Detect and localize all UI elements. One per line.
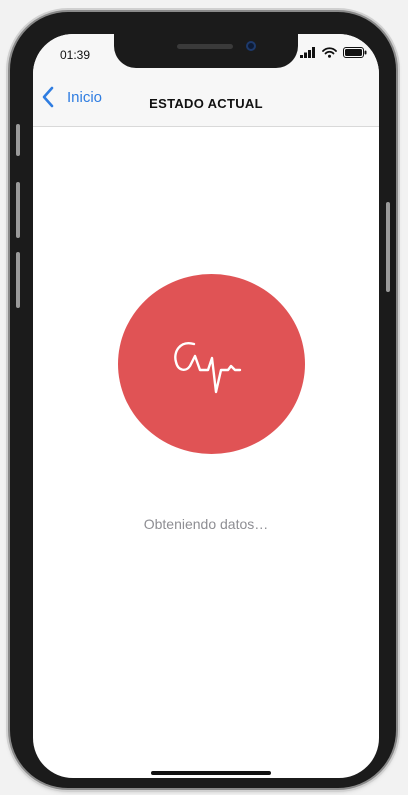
power-button: [386, 202, 390, 292]
status-icons: [300, 47, 367, 58]
signal-icon: [300, 47, 315, 58]
volume-down-button: [16, 252, 20, 308]
loading-text: Obteniendo datos…: [143, 516, 269, 532]
silent-switch: [16, 124, 20, 156]
volume-up-button: [16, 182, 20, 238]
camera: [246, 41, 256, 51]
screen: 01:39 Inicio ESTADO ACTUAL Obteniendo da…: [33, 34, 379, 778]
speaker: [177, 44, 233, 49]
battery-icon: [343, 47, 367, 58]
wifi-icon: [322, 47, 337, 58]
main-content: Obteniendo datos…: [33, 126, 379, 778]
home-indicator[interactable]: [151, 771, 271, 775]
notch: [114, 34, 298, 68]
page-title: ESTADO ACTUAL: [149, 96, 263, 111]
heartbeat-icon: [174, 342, 242, 394]
navigation-bar: Inicio ESTADO ACTUAL: [33, 74, 379, 127]
status-time: 01:39: [60, 48, 91, 62]
status-circle: [118, 274, 305, 454]
phone-frame: 01:39 Inicio ESTADO ACTUAL Obteniendo da…: [10, 12, 396, 788]
